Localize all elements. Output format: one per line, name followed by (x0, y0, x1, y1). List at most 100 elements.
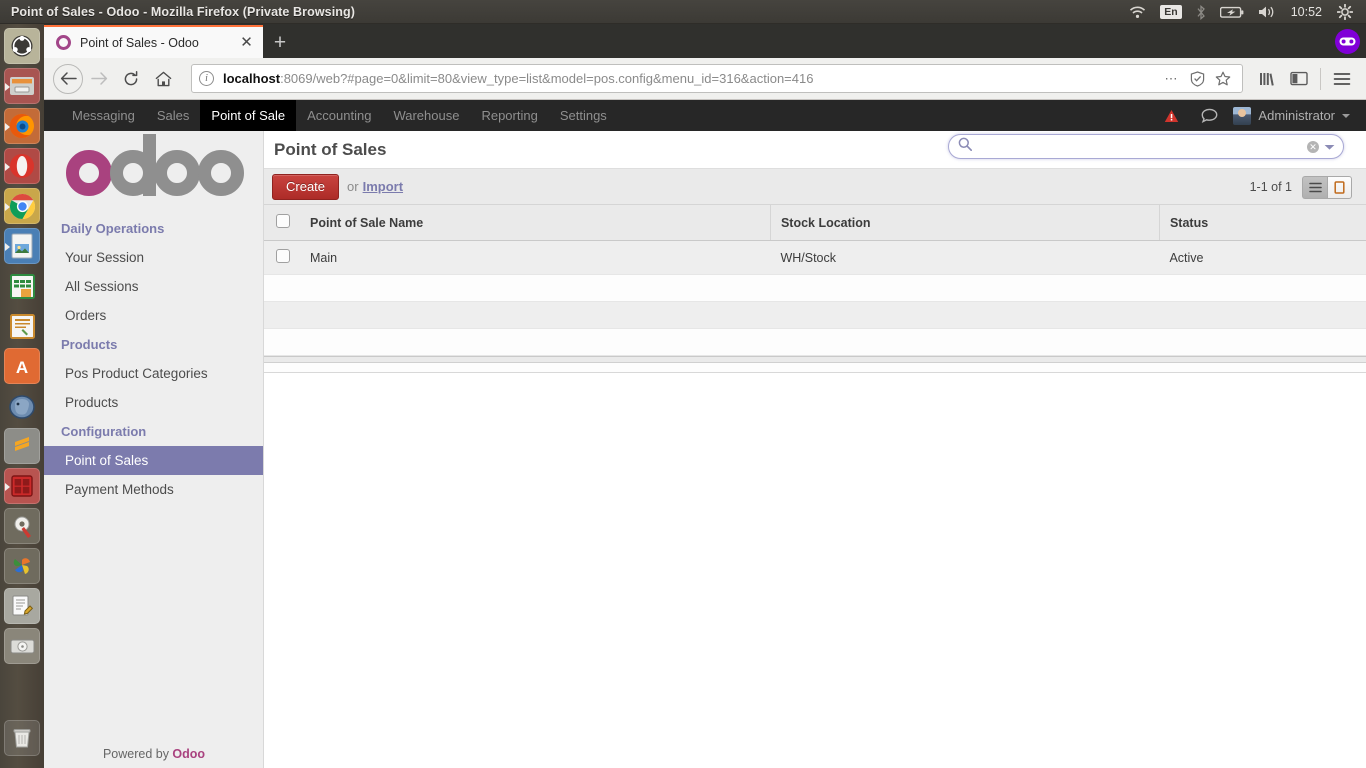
warning-triangle-icon[interactable] (1153, 100, 1190, 131)
tab-title: Point of Sales - Odoo (80, 36, 238, 50)
text-editor-icon[interactable] (4, 588, 40, 624)
keyboard-layout-label: En (1160, 5, 1181, 19)
chrome-icon[interactable] (4, 188, 40, 224)
sidebar-item-payment-methods[interactable]: Payment Methods (44, 475, 263, 504)
shield-icon[interactable] (1185, 67, 1209, 91)
menu-item-sales[interactable]: Sales (146, 100, 201, 131)
libreoffice-writer-icon[interactable] (4, 228, 40, 264)
sidebar-footer: Powered by Odoo (44, 747, 264, 768)
column-header-point-of-sale-name[interactable]: Point of Sale Name (300, 205, 770, 241)
url-host: localhost (223, 71, 280, 86)
odoo-brand-label: Odoo (172, 747, 205, 761)
chevron-down-icon[interactable] (1324, 138, 1335, 156)
sidebar-icon[interactable] (1284, 64, 1314, 94)
empty-row (264, 302, 1366, 329)
sidebar-item-point-of-sales[interactable]: Point of Sales (44, 446, 263, 475)
window-title: Point of Sales - Odoo - Mozilla Firefox … (11, 5, 355, 19)
gear-icon[interactable] (1330, 0, 1360, 24)
table-row[interactable]: Main WH/Stock Active (264, 241, 1366, 275)
sidebar-section-configuration: Configuration (44, 417, 263, 446)
browser-chrome: Point of Sales - Odoo ✕ + i localhost:80… (44, 24, 1366, 100)
browser-toolbar-right (1253, 64, 1357, 94)
android-studio-icon[interactable]: A (4, 348, 40, 384)
content-toolbar: Create or Import 1-1 of 1 (264, 169, 1366, 205)
trash-icon[interactable] (4, 720, 40, 756)
list-view-icon[interactable] (1302, 176, 1327, 199)
odoo-navbar-right: Administrator (1153, 100, 1356, 131)
search-box[interactable]: ✕ (948, 134, 1344, 159)
url-bar[interactable]: i localhost:8069/web?#page=0&limit=80&vi… (191, 64, 1243, 93)
user-name-label: Administrator (1258, 108, 1335, 123)
column-header-status[interactable]: Status (1159, 205, 1366, 241)
clear-icon[interactable]: ✕ (1307, 141, 1319, 153)
odoo-top-navbar: Messaging Sales Point of Sale Accounting… (44, 100, 1366, 131)
volume-icon[interactable] (1251, 0, 1283, 24)
create-button[interactable]: Create (272, 174, 339, 200)
menu-item-point-of-sale[interactable]: Point of Sale (200, 100, 296, 131)
home-icon[interactable] (147, 63, 179, 95)
kanban-view-icon[interactable] (1327, 176, 1352, 199)
page-info-icon[interactable]: i (199, 71, 214, 86)
row-checkbox[interactable] (276, 249, 290, 263)
menu-item-warehouse[interactable]: Warehouse (382, 100, 470, 131)
libreoffice-impress-icon[interactable] (4, 308, 40, 344)
disk-utility-icon[interactable] (4, 628, 40, 664)
odoo-logo-letter-o2 (198, 150, 244, 196)
library-icon[interactable] (1253, 64, 1283, 94)
menu-item-accounting[interactable]: Accounting (296, 100, 382, 131)
sidebar-item-all-sessions[interactable]: All Sessions (44, 272, 263, 301)
settings-tweak-icon[interactable] (4, 508, 40, 544)
postgresql-icon[interactable] (4, 388, 40, 424)
keyboard-layout-indicator[interactable]: En (1153, 0, 1188, 24)
select-all-checkbox[interactable] (276, 214, 290, 228)
menu-item-settings[interactable]: Settings (549, 100, 618, 131)
opera-icon[interactable] (4, 148, 40, 184)
hamburger-menu-icon[interactable] (1327, 64, 1357, 94)
bluetooth-icon[interactable] (1189, 0, 1213, 24)
app-red-icon[interactable] (4, 468, 40, 504)
sidebar-item-pos-product-categories[interactable]: Pos Product Categories (44, 359, 263, 388)
sublime-text-icon[interactable] (4, 428, 40, 464)
sidebar-item-orders[interactable]: Orders (44, 301, 263, 330)
view-switcher (1302, 176, 1352, 199)
clock[interactable]: 10:52 (1283, 5, 1330, 19)
libreoffice-calc-icon[interactable] (4, 268, 40, 304)
column-header-stock-location[interactable]: Stock Location (770, 205, 1159, 241)
browser-tab[interactable]: Point of Sales - Odoo ✕ (44, 25, 263, 58)
odoo-logo[interactable] (44, 131, 263, 214)
photos-icon[interactable] (4, 548, 40, 584)
reload-icon[interactable] (115, 63, 147, 95)
point-of-sales-table: Point of Sale Name Stock Location Status… (264, 205, 1366, 356)
firefox-icon[interactable] (4, 108, 40, 144)
menu-item-reporting[interactable]: Reporting (470, 100, 548, 131)
odoo-favicon (56, 35, 71, 50)
url-text: localhost:8069/web?#page=0&limit=80&view… (223, 71, 1159, 86)
battery-icon[interactable] (1213, 0, 1251, 24)
sidebar-item-products[interactable]: Products (44, 388, 263, 417)
select-all-header (264, 205, 300, 241)
user-menu[interactable]: Administrator (1229, 100, 1356, 131)
cell-status: Active (1159, 241, 1366, 275)
row-select-cell (264, 241, 300, 275)
menu-item-messaging[interactable]: Messaging (61, 100, 146, 131)
search-icon (958, 137, 972, 156)
star-icon[interactable] (1211, 67, 1235, 91)
forward-arrow-icon[interactable] (83, 63, 115, 95)
close-icon[interactable]: ✕ (238, 34, 255, 51)
chat-bubble-icon[interactable] (1190, 100, 1229, 131)
ubuntu-dash-icon[interactable] (4, 28, 40, 64)
or-label: or (347, 179, 359, 194)
files-icon[interactable] (4, 68, 40, 104)
plus-icon[interactable]: + (263, 28, 297, 58)
url-bar-actions: ⋯ (1159, 67, 1235, 91)
table-header: Point of Sale Name Stock Location Status (264, 205, 1366, 241)
odoo-main-menu: Messaging Sales Point of Sale Accounting… (44, 100, 618, 131)
import-link[interactable]: Import (363, 179, 403, 194)
ellipsis-icon[interactable]: ⋯ (1159, 67, 1183, 91)
odoo-sidebar: Daily Operations Your Session All Sessio… (44, 131, 264, 768)
empty-row (264, 329, 1366, 356)
wifi-icon[interactable] (1122, 0, 1153, 24)
back-arrow-icon[interactable] (53, 64, 83, 94)
sidebar-item-your-session[interactable]: Your Session (44, 243, 263, 272)
search-input[interactable] (979, 140, 1307, 154)
